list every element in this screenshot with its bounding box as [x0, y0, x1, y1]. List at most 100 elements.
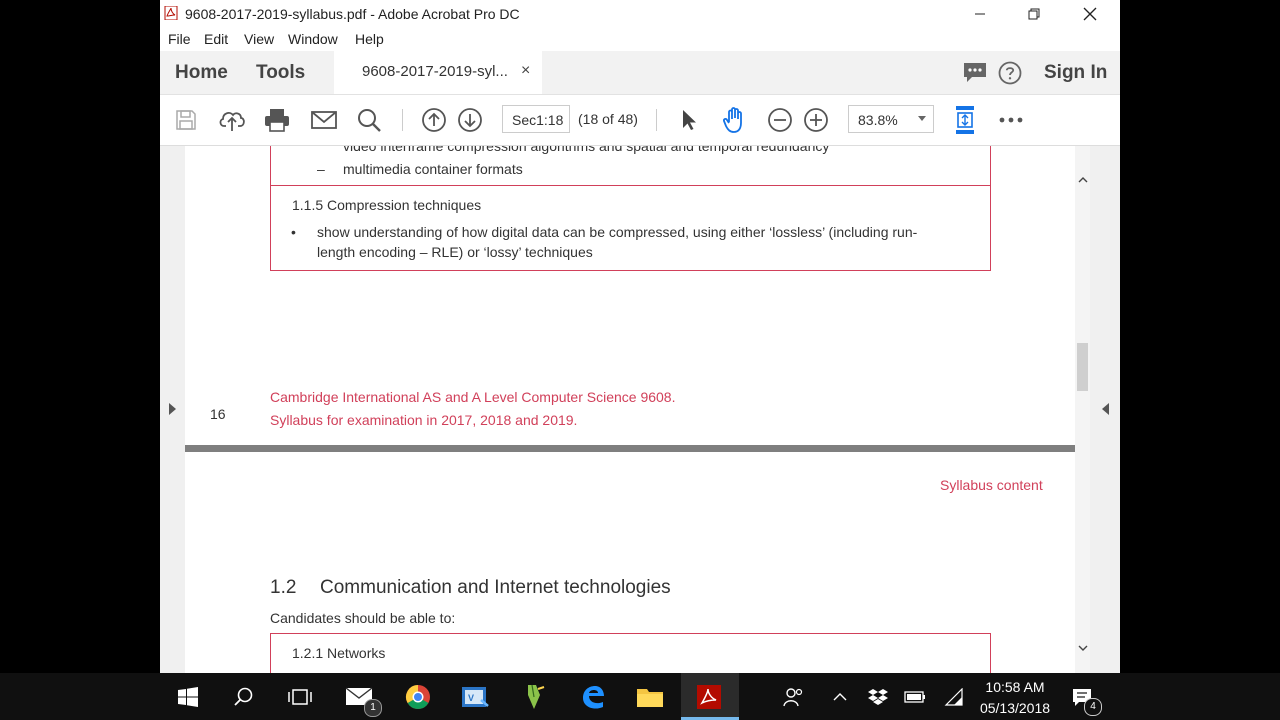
dropbox-icon — [868, 689, 888, 705]
right-panel-gutter — [1090, 146, 1120, 673]
more-tools-button[interactable] — [996, 105, 1026, 135]
section-title: Communication and Internet technologies — [320, 577, 671, 598]
next-page-button[interactable] — [455, 105, 485, 135]
mail-badge: 1 — [364, 699, 382, 717]
edge-app[interactable] — [577, 681, 609, 713]
edge-icon — [583, 686, 604, 709]
fit-page-button[interactable] — [950, 105, 980, 135]
intro-text: Candidates should be able to: — [270, 610, 456, 626]
print-button[interactable] — [262, 105, 292, 135]
hand-tool-button[interactable] — [720, 105, 750, 135]
tab-document[interactable]: 9608-2017-2019-syl... × — [334, 51, 542, 94]
window-title: 9608-2017-2019-syllabus.pdf - Adobe Acro… — [185, 6, 520, 22]
tab-tools[interactable]: Tools — [256, 62, 305, 84]
wifi-icon — [944, 688, 963, 706]
section-number: 1.2 — [270, 577, 297, 598]
select-tool-button[interactable] — [674, 105, 704, 135]
chevron-up-icon — [833, 693, 847, 701]
list-item: multimedia container formats — [343, 161, 523, 177]
plus-circle-icon — [804, 108, 828, 132]
zoom-level-dropdown[interactable]: 83.8% — [848, 105, 934, 133]
upload-cloud-button[interactable] — [217, 105, 247, 135]
menu-edit[interactable]: Edit — [204, 31, 228, 47]
people-button[interactable] — [778, 681, 810, 713]
zoom-in-button[interactable] — [801, 105, 831, 135]
page-header: Syllabus content — [940, 477, 1043, 493]
dropbox-tray[interactable] — [862, 681, 894, 713]
svg-text:V: V — [468, 693, 474, 703]
notification-badge: 4 — [1084, 698, 1102, 716]
scroll-up-icon[interactable] — [1078, 176, 1088, 183]
close-tab-button[interactable]: × — [521, 62, 530, 80]
page-number-input[interactable]: Sec1:18 — [502, 105, 570, 133]
search-button[interactable] — [354, 105, 384, 135]
pen-app[interactable] — [518, 681, 550, 713]
document-viewport[interactable]: video interframe compression algorithms … — [160, 146, 1120, 673]
minimize-icon — [975, 13, 985, 14]
toolbar-separator — [656, 109, 657, 131]
close-window-button[interactable] — [1067, 0, 1113, 27]
folder-icon — [637, 689, 663, 707]
menu-view[interactable]: View — [244, 31, 274, 47]
save-button[interactable] — [171, 105, 201, 135]
menu-help[interactable]: Help — [355, 31, 384, 47]
tab-bar: Home Tools 9608-2017-2019-syl... × Sign … — [160, 51, 1120, 95]
hand-icon — [723, 107, 742, 133]
action-center-button[interactable]: 4 — [1066, 681, 1102, 716]
cloud-upload-icon — [219, 112, 245, 131]
search-icon — [358, 109, 381, 132]
menu-file[interactable]: File — [168, 31, 191, 47]
minimize-button[interactable] — [957, 0, 1003, 27]
envelope-icon — [311, 111, 337, 129]
section-heading: 1.1.5 Compression techniques — [292, 197, 482, 213]
zoom-out-button[interactable] — [765, 105, 795, 135]
chrome-icon — [405, 685, 430, 710]
expand-left-panel-icon[interactable] — [168, 403, 177, 415]
page-break — [185, 445, 1075, 452]
arrow-up-circle-icon — [422, 108, 446, 132]
left-panel-gutter — [160, 146, 185, 673]
pen-icon — [528, 684, 545, 709]
toolbar-separator — [402, 109, 403, 131]
close-icon — [1083, 7, 1097, 20]
visual-studio-app[interactable]: V — [459, 681, 491, 713]
email-button[interactable] — [309, 105, 339, 135]
vertical-scrollbar[interactable] — [1075, 146, 1090, 673]
chrome-app[interactable] — [402, 681, 434, 713]
expand-right-panel-icon[interactable] — [1101, 403, 1110, 415]
file-explorer-app[interactable] — [634, 681, 666, 713]
show-hidden-icons-button[interactable] — [824, 681, 856, 713]
body-text: show understanding of how digital data c… — [317, 224, 918, 240]
sign-in-link[interactable]: Sign In — [1044, 62, 1107, 84]
dash-bullet: – — [317, 161, 325, 177]
windows-logo-icon — [178, 687, 198, 707]
save-icon — [176, 110, 196, 130]
help-icon[interactable] — [998, 61, 1022, 85]
menu-bar: File Edit View Window Help — [160, 27, 1120, 51]
clock-time: 10:58 AM — [985, 679, 1045, 695]
mail-app[interactable]: 1 — [344, 681, 382, 717]
menu-window[interactable]: Window — [288, 31, 338, 47]
visual-studio-icon: V — [462, 687, 489, 707]
restore-button[interactable] — [1011, 0, 1057, 27]
clock-date: 05/13/2018 — [979, 700, 1051, 716]
page-footer: Syllabus for examination in 2017, 2018 a… — [270, 412, 578, 428]
page-count: (18 of 48) — [578, 111, 638, 127]
pointer-arrow-icon — [683, 110, 696, 130]
start-button[interactable] — [172, 681, 204, 713]
comment-icon[interactable] — [962, 61, 988, 85]
toolbar: Sec1:18 (18 of 48) 83.8% — [160, 95, 1120, 146]
taskbar-search-button[interactable] — [228, 681, 260, 713]
battery-tray[interactable] — [899, 681, 931, 713]
previous-page-button[interactable] — [419, 105, 449, 135]
task-view-button[interactable] — [284, 681, 316, 713]
scrollbar-thumb[interactable] — [1077, 343, 1088, 391]
more-dots-icon — [999, 117, 1023, 123]
acrobat-app[interactable] — [693, 681, 725, 713]
acrobat-icon — [697, 685, 721, 709]
pdf-file-icon — [164, 6, 178, 20]
wifi-tray[interactable] — [938, 681, 970, 713]
system-clock[interactable]: 10:58 AM 05/13/2018 — [972, 677, 1058, 719]
scroll-down-icon[interactable] — [1078, 645, 1088, 652]
tab-home[interactable]: Home — [175, 62, 228, 84]
